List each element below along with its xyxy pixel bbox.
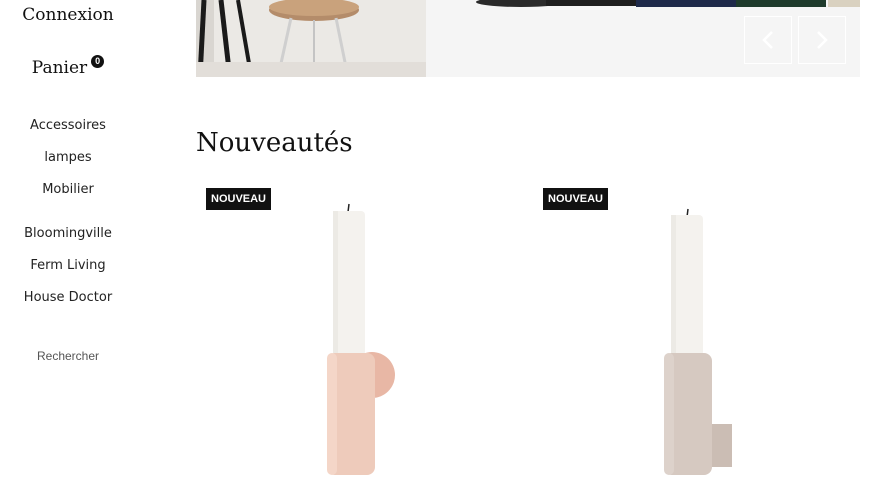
hero-image-stool (196, 0, 426, 77)
product-card[interactable]: NOUVEAU (533, 186, 833, 486)
product-image-pink-candleholder (327, 203, 395, 475)
nav-item-mobilier[interactable]: Mobilier (0, 174, 136, 206)
chevron-right-icon (817, 31, 828, 49)
login-link[interactable]: Connexion (0, 5, 136, 25)
new-badge: NOUVEAU (206, 188, 272, 210)
nav-item-ferm-living[interactable]: Ferm Living (0, 250, 136, 282)
section-title: Nouveautés (196, 128, 353, 158)
category-nav: Accessoires lampes Mobilier (0, 110, 136, 206)
carousel-prev-button[interactable] (744, 16, 792, 64)
chevron-left-icon (762, 31, 773, 49)
product-card[interactable]: NOUVEAU (196, 186, 496, 486)
cart-label: Panier (31, 58, 88, 78)
sidebar: Connexion Panier 0 Accessoires lampes Mob… (0, 0, 136, 493)
nav-item-house-doctor[interactable]: House Doctor (0, 282, 136, 314)
new-badge: NOUVEAU (543, 188, 609, 210)
brand-nav: Bloomingville Ferm Living House Doctor (0, 218, 136, 314)
nav-item-lampes[interactable]: lampes (0, 142, 136, 174)
carousel-next-button[interactable] (798, 16, 846, 64)
search-link[interactable]: Rechercher (0, 349, 136, 363)
hero-image-shelf (426, 0, 860, 77)
hero-carousel (196, 0, 860, 77)
nav-item-bloomingville[interactable]: Bloomingville (0, 218, 136, 250)
nav-item-accessoires[interactable]: Accessoires (0, 110, 136, 142)
product-image-grey-candleholder (664, 208, 732, 475)
cart-link[interactable]: Panier 0 (0, 55, 136, 78)
cart-count-badge: 0 (91, 55, 105, 68)
